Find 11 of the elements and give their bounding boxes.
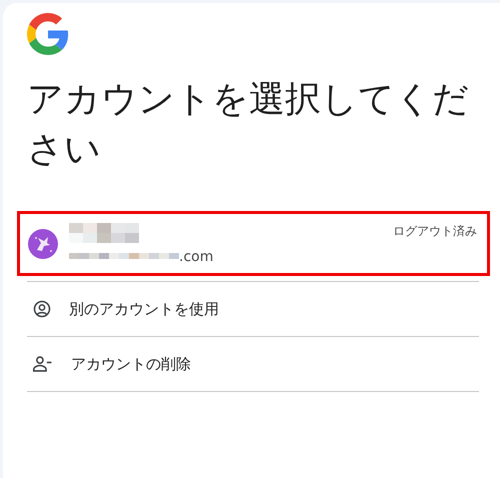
account-action[interactable]: 別のアカウントを使用 <box>27 282 479 337</box>
email-domain: .com <box>179 248 214 264</box>
account-circle-icon <box>33 300 51 318</box>
account-item[interactable]: .com ログアウト済み <box>17 211 490 276</box>
avatar-icon <box>28 228 58 258</box>
page-title: アカウントを選択してください <box>27 78 470 172</box>
google-logo-icon <box>27 13 69 55</box>
remove-person-icon <box>33 355 53 373</box>
account-action[interactable]: アカウントの削除 <box>27 337 479 392</box>
redacted-mosaic-icon <box>69 222 139 242</box>
status-label: ログアウト済み <box>393 223 477 240</box>
